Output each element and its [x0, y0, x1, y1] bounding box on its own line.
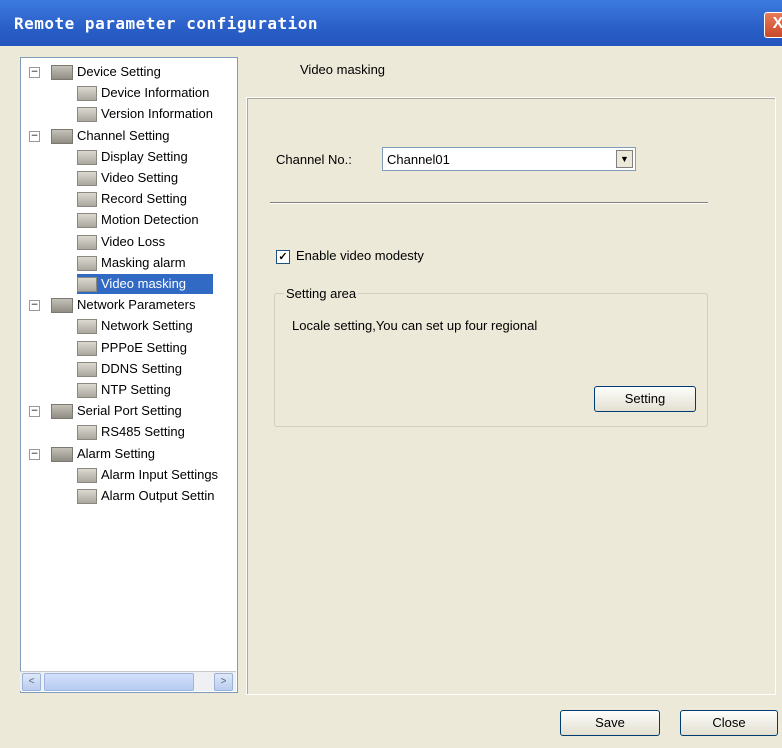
folder-icon	[51, 404, 73, 420]
tree-node-label: Network Parameters	[77, 297, 196, 313]
tree-node-label: DDNS Setting	[101, 360, 182, 376]
folder-icon	[51, 65, 73, 80]
tree-node[interactable]: NTP Setting	[21, 380, 237, 400]
tree-node[interactable]: DDNS Setting	[21, 359, 237, 379]
settings-tree[interactable]: − Device Setting Device Information Version…	[20, 57, 238, 693]
enable-video-modesty-checkbox[interactable]: ✓	[276, 250, 290, 264]
tree-node[interactable]: Record Setting	[21, 189, 237, 209]
tree-node-label: Channel Setting	[77, 127, 170, 143]
collapse-toggle-icon[interactable]: −	[29, 300, 40, 312]
tree-node[interactable]: RS485 Setting	[21, 422, 237, 442]
tree-node[interactable]: PPPoE Setting	[21, 338, 237, 358]
channel-select[interactable]: Channel01 ▼	[382, 147, 636, 171]
folder-icon	[51, 298, 73, 314]
tree-node[interactable]: Alarm Input Settings	[21, 465, 237, 485]
setting-button[interactable]: Setting	[594, 386, 696, 412]
tree-node[interactable]: Video Setting	[21, 168, 237, 188]
document-icon	[77, 192, 97, 208]
document-icon	[77, 255, 97, 271]
title-bar: Remote parameter configuration X	[0, 0, 782, 46]
tree-horizontal-scrollbar[interactable]: < >	[20, 671, 236, 691]
collapse-toggle-icon[interactable]: −	[29, 130, 40, 142]
tree-node[interactable]: Version Information	[21, 104, 237, 124]
document-icon	[77, 171, 97, 186]
tree-node-label: Alarm Input Settings	[101, 466, 219, 482]
tree-node-label: NTP Setting	[101, 382, 171, 397]
scroll-right-button[interactable]: >	[214, 673, 233, 691]
tree-node-label: Serial Port Setting	[77, 403, 182, 419]
tree-node-label: Device Information	[101, 85, 210, 101]
document-icon	[77, 425, 97, 441]
tree-node-label: Video Loss	[101, 233, 166, 249]
collapse-toggle-icon[interactable]: −	[29, 448, 40, 460]
tree-node[interactable]: − Device Setting	[21, 62, 237, 82]
window-close-button[interactable]: X	[764, 12, 782, 38]
document-icon	[77, 361, 97, 377]
tree-node[interactable]: − Channel Setting	[21, 126, 237, 146]
setting-area-description: Locale setting,You can set up four regio…	[292, 318, 538, 333]
tree-node[interactable]: Alarm Output Settin	[21, 486, 237, 506]
separator	[270, 202, 708, 204]
tree-node[interactable]: Video Loss	[21, 232, 237, 252]
document-icon	[77, 340, 97, 356]
document-icon	[77, 107, 97, 123]
tree-node-label: Alarm Setting	[77, 445, 156, 461]
tree-node[interactable]: Motion Detection	[21, 210, 237, 230]
tree-node-label: Device Setting	[77, 64, 161, 79]
tree-node[interactable]: Video masking	[21, 274, 237, 294]
document-icon	[77, 467, 97, 483]
tree-node-label: Alarm Output Settin	[101, 488, 215, 503]
chevron-down-icon[interactable]: ▼	[616, 150, 633, 168]
tree-node-label: PPPoE Setting	[101, 339, 187, 355]
document-icon	[77, 489, 97, 504]
tree-node[interactable]: Device Information	[21, 83, 237, 103]
tree-node-label: Version Information	[101, 106, 214, 122]
tree-node[interactable]: Display Setting	[21, 147, 237, 167]
collapse-toggle-icon[interactable]: −	[29, 67, 40, 78]
tree-node-label: Display Setting	[101, 148, 188, 164]
channel-select-value: Channel01	[387, 152, 450, 167]
folder-icon	[51, 446, 73, 462]
tree-node-label-selected: Video masking	[77, 274, 213, 294]
setting-area-title: Setting area	[284, 286, 359, 301]
folder-icon	[51, 128, 73, 144]
scroll-thumb[interactable]	[44, 673, 194, 691]
channel-label: Channel No.:	[276, 152, 352, 167]
document-icon	[77, 213, 97, 229]
document-icon	[77, 234, 97, 250]
tree-node-label: Record Setting	[101, 191, 187, 207]
tree-node[interactable]: − Network Parameters	[21, 295, 237, 315]
tree-node[interactable]: Network Setting	[21, 316, 237, 336]
collapse-toggle-icon[interactable]: −	[29, 406, 40, 418]
document-icon	[77, 86, 97, 102]
tree-node-label: Video Setting	[101, 170, 179, 185]
tree-node-label: Network Setting	[101, 318, 193, 334]
document-icon	[77, 149, 97, 165]
document-icon	[77, 319, 97, 335]
panel-title: Video masking	[300, 62, 386, 77]
tree-node[interactable]: Masking alarm	[21, 253, 237, 273]
close-button[interactable]: Close	[680, 710, 778, 736]
save-button[interactable]: Save	[560, 710, 660, 736]
window-title: Remote parameter configuration	[14, 14, 318, 33]
tree-node-label: Masking alarm	[101, 254, 186, 270]
tree-node-label: RS485 Setting	[101, 424, 185, 440]
document-icon	[77, 277, 97, 292]
enable-video-modesty-label[interactable]: Enable video modesty	[296, 248, 424, 263]
tree-node[interactable]: − Alarm Setting	[21, 444, 237, 464]
tree-node[interactable]: − Serial Port Setting	[21, 401, 237, 421]
tree-node-label: Motion Detection	[101, 212, 199, 228]
document-icon	[77, 383, 97, 398]
scroll-left-button[interactable]: <	[22, 673, 41, 691]
